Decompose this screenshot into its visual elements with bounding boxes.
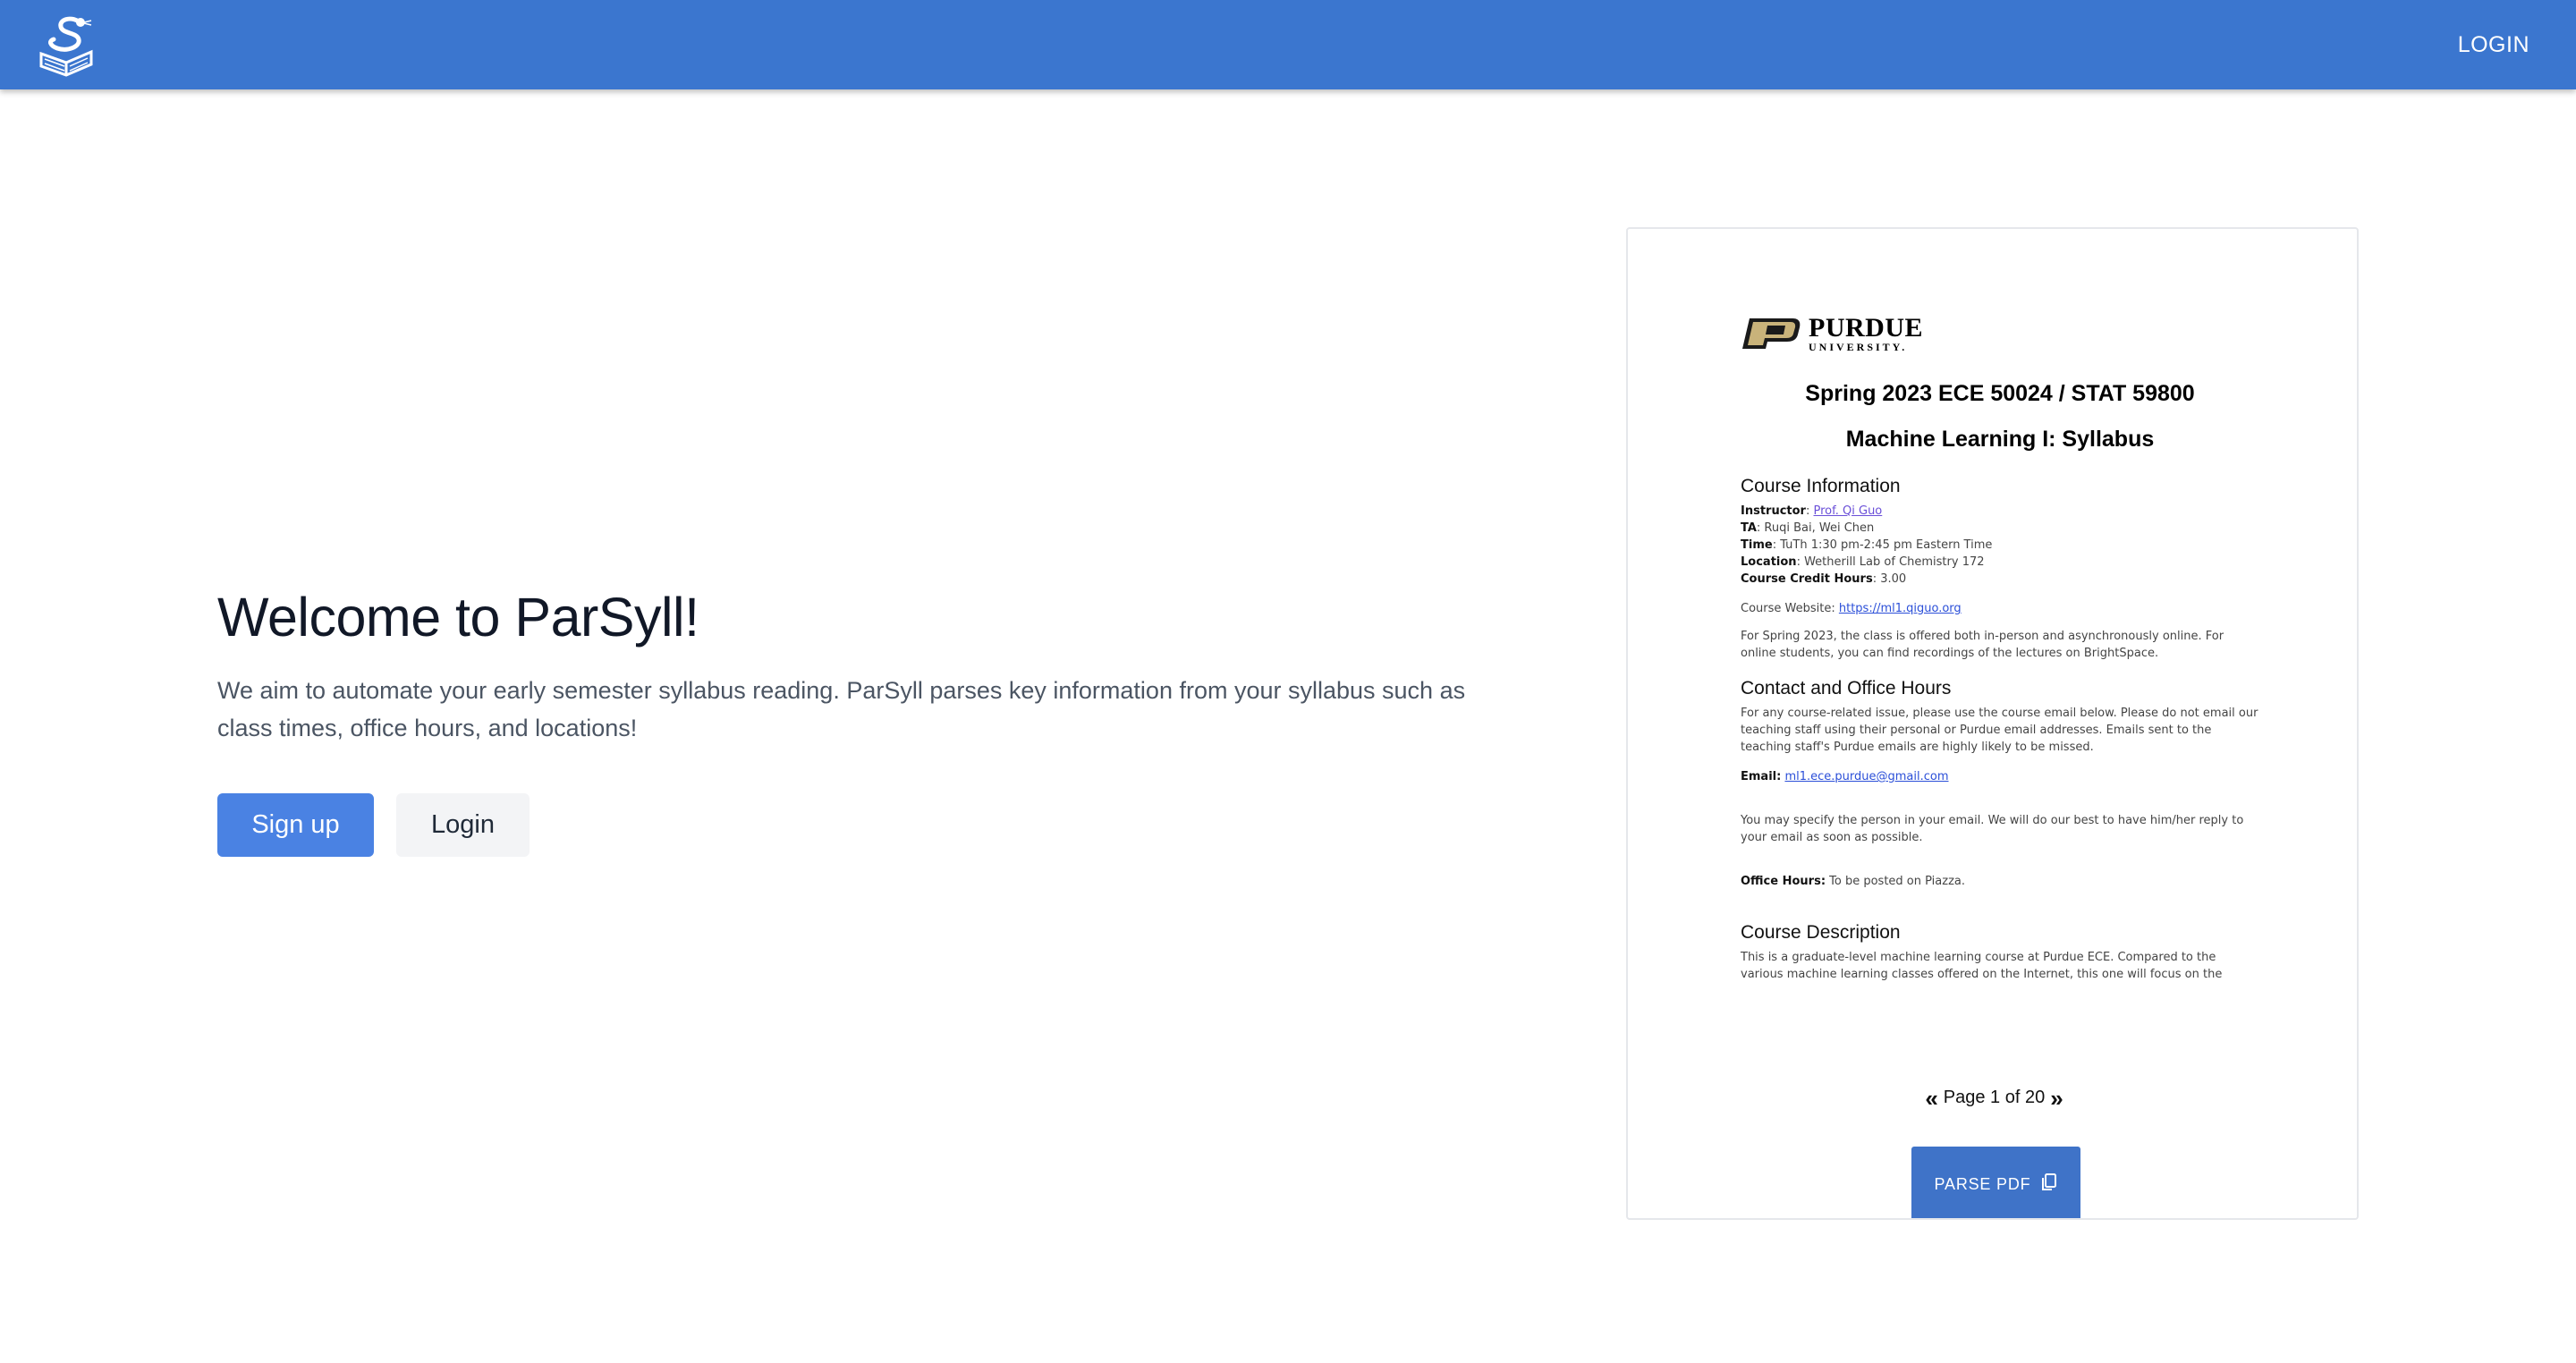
- location-label: Location: [1741, 555, 1797, 569]
- pdf-page-content: PURDUE UNIVERSITY. Spring 2023 ECE 50024…: [1741, 315, 2259, 983]
- spring-note: For Spring 2023, the class is offered bo…: [1741, 630, 2224, 660]
- copy-icon: [2041, 1173, 2057, 1196]
- instructor-link[interactable]: Prof. Qi Guo: [1814, 504, 1883, 518]
- course-info-block: Instructor: Prof. Qi Guo TA: Ruqi Bai, W…: [1741, 504, 1993, 586]
- snake-book-logo-icon[interactable]: [34, 13, 102, 77]
- double-chevron-left-icon[interactable]: «: [1925, 1087, 1937, 1110]
- purdue-name: PURDUE: [1809, 313, 1923, 343]
- contact-note: For any course-related issue, please use…: [1741, 707, 2258, 754]
- email-label: Email:: [1741, 770, 1782, 783]
- description-text: This is a graduate-level machine learnin…: [1741, 951, 2223, 981]
- parse-pdf-label: PARSE PDF: [1934, 1174, 2031, 1193]
- signup-button[interactable]: Sign up: [217, 793, 374, 857]
- location-value: : Wetherill Lab of Chemistry 172: [1796, 555, 1985, 569]
- description-heading: Course Description: [1741, 922, 1901, 943]
- hero-description: We aim to automate your early semester s…: [217, 677, 1466, 741]
- page-indicator: Page 1 of 20: [1943, 1088, 2046, 1107]
- pdf-pager: « Page 1 of 20 »: [1628, 1087, 2357, 1110]
- time-label: Time: [1741, 538, 1773, 552]
- pdf-preview-card: PURDUE UNIVERSITY. Spring 2023 ECE 50024…: [1626, 227, 2359, 1220]
- credit-value: : 3.00: [1872, 572, 1907, 586]
- header-login-button[interactable]: LOGIN: [2458, 27, 2529, 63]
- office-hours-label: Office Hours:: [1741, 875, 1826, 888]
- hero-buttons: Sign up Login: [217, 793, 1496, 857]
- email-link[interactable]: ml1.ece.purdue@gmail.com: [1784, 770, 1948, 783]
- website-label: Course Website:: [1741, 602, 1839, 615]
- purdue-logo: PURDUE UNIVERSITY.: [1741, 315, 2259, 352]
- contact-heading: Contact and Office Hours: [1741, 678, 1952, 698]
- time-value: : TuTh 1:30 pm-2:45 pm Eastern Time: [1772, 538, 1993, 552]
- credit-label: Course Credit Hours: [1741, 572, 1873, 586]
- ta-value: : Ruqi Bai, Wei Chen: [1756, 521, 1875, 535]
- parse-pdf-button[interactable]: PARSE PDF: [1911, 1147, 2080, 1218]
- syllabus-course-subtitle: Machine Learning I: Syllabus: [1845, 427, 2155, 452]
- top-app-bar: LOGIN: [0, 0, 2576, 89]
- office-hours-value: To be posted on Piazza.: [1826, 875, 1966, 888]
- hero-title: Welcome to ParSyll!: [217, 587, 699, 648]
- double-chevron-right-icon[interactable]: »: [2050, 1087, 2063, 1110]
- email-note: You may specify the person in your email…: [1741, 814, 2244, 844]
- website-link[interactable]: https://ml1.qiguo.org: [1839, 602, 1962, 615]
- purdue-p-icon: [1742, 318, 1801, 349]
- syllabus-course-title: Spring 2023 ECE 50024 / STAT 59800: [1805, 381, 2195, 406]
- login-button[interactable]: Login: [396, 793, 530, 857]
- hero-section: Welcome to ParSyll! We aim to automate y…: [217, 586, 1496, 857]
- ta-label: TA: [1741, 521, 1757, 535]
- instructor-label: Instructor: [1741, 504, 1806, 518]
- purdue-sub: UNIVERSITY.: [1809, 341, 1908, 353]
- course-info-heading: Course Information: [1741, 476, 1901, 496]
